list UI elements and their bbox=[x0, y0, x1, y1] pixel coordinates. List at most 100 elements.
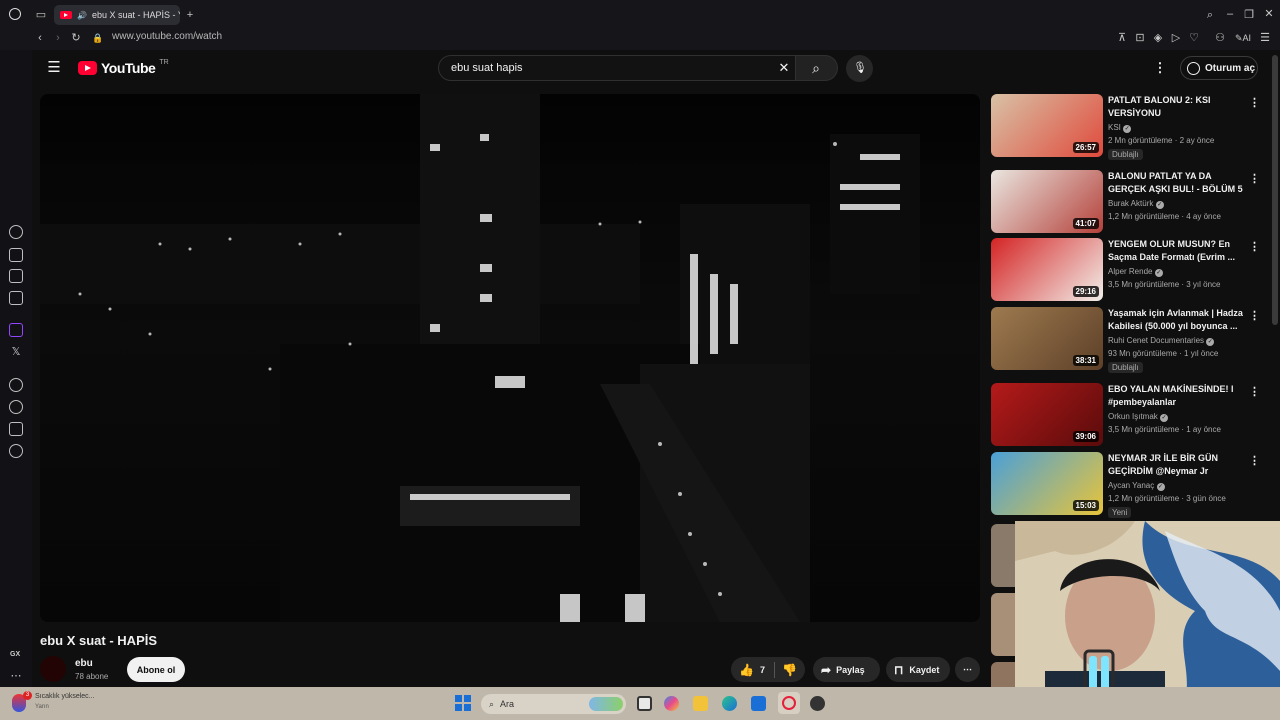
gx-label[interactable]: GX bbox=[10, 651, 20, 658]
verified-check-icon: ✓ bbox=[1160, 414, 1169, 422]
recommendation-title[interactable]: BALONU PATLAT YA DA GERÇEK AŞKI BUL! - B… bbox=[1108, 170, 1246, 196]
recommendation-channel[interactable]: Orkun Işıtmak ✓ bbox=[1108, 412, 1169, 422]
settings-gear-icon[interactable] bbox=[9, 444, 23, 458]
reload-icon[interactable]: ↻ bbox=[69, 31, 83, 45]
pin-icon[interactable]: ⊼ bbox=[1115, 31, 1129, 45]
weather-text[interactable]: Sıcaklık yükselec... bbox=[35, 693, 95, 700]
video-player[interactable] bbox=[40, 94, 980, 622]
twitch-icon[interactable] bbox=[9, 323, 23, 337]
recommendation-channel[interactable]: Alper Rende ✓ bbox=[1108, 267, 1163, 277]
share-button[interactable]: ➦ Paylaş bbox=[813, 657, 880, 682]
recommendation-title[interactable]: EBO YALAN MAKİNESİNDE! l #pembeyalanlar bbox=[1108, 383, 1246, 409]
recommendation-channel[interactable]: Ruhi Cenet Documentaries ✓ bbox=[1108, 336, 1215, 346]
recommendation-channel[interactable]: Aycan Yanaç ✓ bbox=[1108, 481, 1165, 491]
like-icon[interactable]: 👍 bbox=[739, 663, 754, 677]
browser-tab-active[interactable]: 🔊 ebu X suat - HAPİS - Y bbox=[54, 5, 180, 25]
windows-start-icon[interactable] bbox=[455, 695, 471, 711]
channel-avatar[interactable] bbox=[40, 656, 66, 682]
subscribe-button[interactable]: Abone ol bbox=[127, 657, 185, 682]
forward-icon[interactable]: › bbox=[51, 31, 65, 45]
recommendation-menu-icon[interactable]: ⋮ bbox=[1249, 309, 1260, 322]
recommendation-menu-icon[interactable]: ⋮ bbox=[1249, 385, 1260, 398]
recommendation-item[interactable]: 39:06 EBO YALAN MAKİNESİNDE! l #pembeyala… bbox=[991, 383, 1261, 449]
recommendation-channel[interactable]: KSI ✓ bbox=[1108, 123, 1132, 133]
messenger-icon[interactable] bbox=[9, 291, 23, 305]
taskbar-search-input[interactable]: ⌕ Ara bbox=[481, 694, 626, 714]
recommendation-thumbnail[interactable]: 15:03 bbox=[991, 452, 1103, 515]
recommendation-thumbnail[interactable]: 26:57 bbox=[991, 94, 1103, 157]
new-tab-icon[interactable]: + bbox=[183, 8, 197, 22]
ai-sidebar-icon[interactable] bbox=[9, 225, 23, 239]
edge-icon[interactable] bbox=[722, 696, 737, 711]
obs-icon[interactable] bbox=[810, 696, 825, 711]
easy-setup-icon[interactable]: ☰ bbox=[1258, 31, 1272, 45]
profile-icon[interactable]: ⚇ bbox=[1213, 31, 1227, 45]
minimize-icon[interactable]: – bbox=[1223, 7, 1237, 21]
more-actions-button[interactable]: ⋯ bbox=[955, 657, 980, 682]
tab-islands-icon[interactable]: ▭ bbox=[34, 8, 48, 22]
extensions-icon[interactable] bbox=[9, 422, 23, 436]
copilot-icon[interactable] bbox=[664, 696, 679, 711]
back-icon[interactable]: ‹ bbox=[33, 31, 47, 45]
snapshot-icon[interactable]: ⊡ bbox=[1133, 31, 1147, 45]
shield-icon[interactable]: ◈ bbox=[1151, 31, 1165, 45]
microsoft-store-icon[interactable] bbox=[751, 696, 766, 711]
search-button[interactable]: ⌕ bbox=[796, 55, 838, 81]
music-player-icon[interactable] bbox=[9, 378, 23, 392]
chat-icon[interactable] bbox=[9, 248, 23, 262]
video-title: ebu X suat - HAPİS bbox=[40, 633, 158, 648]
recommendation-thumbnail[interactable]: 29:16 bbox=[991, 238, 1103, 301]
recommendation-menu-icon[interactable]: ⋮ bbox=[1249, 240, 1260, 253]
recommendation-thumbnail[interactable]: 38:31 bbox=[991, 307, 1103, 370]
recommendation-thumbnail-partial[interactable] bbox=[991, 593, 1015, 656]
recommendation-thumbnail-partial[interactable] bbox=[991, 662, 1015, 687]
recommendation-menu-icon[interactable]: ⋮ bbox=[1249, 96, 1260, 109]
recommendation-thumbnail[interactable]: 39:06 bbox=[991, 383, 1103, 446]
maximize-icon[interactable]: ❐ bbox=[1242, 8, 1256, 22]
voice-search-button[interactable]: 🎙 bbox=[846, 55, 873, 82]
recommendation-item[interactable]: 41:07 BALONU PATLAT YA DA GERÇEK AŞKI BUL… bbox=[991, 170, 1261, 236]
opera-gx-taskbar-active[interactable] bbox=[778, 692, 800, 714]
task-view-icon[interactable] bbox=[637, 696, 652, 711]
player-icon[interactable] bbox=[9, 269, 23, 283]
hamburger-menu-icon[interactable]: ☰ bbox=[47, 60, 61, 75]
recommendation-menu-icon[interactable]: ⋮ bbox=[1249, 172, 1260, 185]
recommendation-meta: 3,5 Mn görüntüleme · 1 ay önce bbox=[1108, 425, 1221, 434]
recommendation-title[interactable]: PATLAT BALONU 2: KSI VERSİYONU bbox=[1108, 94, 1246, 120]
verified-check-icon: ✓ bbox=[1155, 201, 1164, 209]
recommendation-title[interactable]: NEYMAR JR İLE BİR GÜN GEÇİRDİM @Neymar J… bbox=[1108, 452, 1246, 478]
search-icon: ⌕ bbox=[489, 698, 495, 709]
dislike-icon[interactable]: 👎 bbox=[782, 663, 797, 677]
opera-menu-icon[interactable] bbox=[9, 8, 21, 20]
recommendation-menu-icon[interactable]: ⋮ bbox=[1249, 454, 1260, 467]
save-button[interactable]: ⊓ Kaydet bbox=[886, 657, 950, 682]
speaker-icon[interactable]: 🔊 bbox=[77, 11, 87, 20]
search-input[interactable]: ebu suat hapis bbox=[438, 55, 796, 81]
recommendation-title[interactable]: YENGEM OLUR MUSUN? En Saçma Date Formatı… bbox=[1108, 238, 1246, 264]
settings-more-icon[interactable]: ⋮ bbox=[1153, 61, 1167, 75]
like-count[interactable]: 7 bbox=[760, 665, 765, 675]
clear-search-icon[interactable]: ✕ bbox=[777, 61, 791, 75]
recommendation-item[interactable]: 26:57 PATLAT BALONU 2: KSI VERSİYONU KSI ✓… bbox=[991, 94, 1261, 160]
heart-icon[interactable]: ♡ bbox=[1187, 31, 1201, 45]
url-text[interactable]: www.youtube.com/watch bbox=[112, 31, 222, 42]
recommendation-title[interactable]: Yaşamak için Avlanmak | Hadza Kabilesi (… bbox=[1108, 307, 1246, 333]
x-twitter-icon[interactable]: 𝕏 bbox=[9, 345, 23, 359]
search-tabs-icon[interactable]: ⌕ bbox=[1203, 8, 1217, 22]
channel-name[interactable]: ebu bbox=[75, 658, 93, 669]
recommendation-thumbnail-partial[interactable] bbox=[991, 524, 1015, 587]
youtube-logo[interactable]: YouTube TR bbox=[78, 59, 169, 76]
recommendation-channel[interactable]: Burak Aktürk ✓ bbox=[1108, 199, 1164, 209]
recommendation-item[interactable]: 15:03 NEYMAR JR İLE BİR GÜN GEÇİRDİM @Ney… bbox=[991, 452, 1261, 518]
signin-button[interactable]: Oturum aç bbox=[1180, 56, 1258, 80]
history-icon[interactable] bbox=[9, 400, 23, 414]
ai-button[interactable]: ✎AI bbox=[1232, 31, 1254, 45]
close-window-icon[interactable]: ✕ bbox=[1262, 7, 1276, 21]
file-explorer-icon[interactable] bbox=[693, 696, 708, 711]
recommendation-thumbnail[interactable]: 41:07 bbox=[991, 170, 1103, 233]
recommendation-item[interactable]: 38:31 Yaşamak için Avlanmak | Hadza Kabil… bbox=[991, 307, 1261, 373]
play-icon[interactable]: ▷ bbox=[1169, 31, 1183, 45]
scrollbar-thumb[interactable] bbox=[1272, 55, 1278, 325]
recommendation-item[interactable]: 29:16 YENGEM OLUR MUSUN? En Saçma Date Fo… bbox=[991, 238, 1261, 304]
more-icon[interactable]: ⋯ bbox=[9, 669, 23, 683]
